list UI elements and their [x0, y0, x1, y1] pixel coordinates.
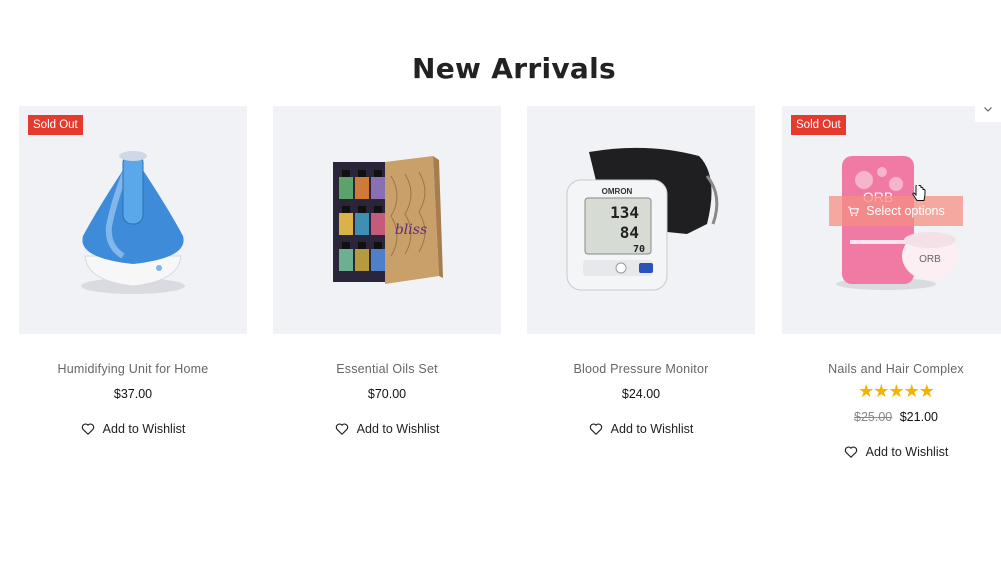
product-image-essential-oils[interactable]: bliss	[273, 106, 501, 334]
add-to-wishlist-button[interactable]: Add to Wishlist	[19, 422, 247, 436]
sold-out-badge: Sold Out	[791, 115, 846, 135]
product-price: $70.00	[367, 387, 407, 401]
wishlist-label: Add to Wishlist	[102, 422, 186, 436]
product-image-humidifier[interactable]: Sold Out	[19, 106, 247, 334]
heart-icon	[335, 423, 348, 435]
product-title[interactable]: Nails and Hair Complex	[782, 362, 1001, 376]
product-title[interactable]: Essential Oils Set	[273, 362, 501, 376]
select-options-label: Select options	[866, 204, 945, 218]
carousel-scroll-button[interactable]	[975, 96, 1001, 122]
essential-oils-image: bliss	[333, 156, 443, 284]
monitor-dia: 84	[620, 223, 639, 242]
add-to-wishlist-button[interactable]: Add to Wishlist	[782, 445, 1001, 459]
heart-icon	[844, 446, 857, 458]
sale-price: $21.00	[899, 410, 938, 424]
monitor-brand: OMRON	[602, 187, 633, 196]
product-title[interactable]: Humidifying Unit for Home	[19, 362, 247, 376]
heart-icon	[589, 423, 602, 435]
chevron-down-icon	[984, 107, 992, 112]
humidifier-image	[81, 151, 185, 294]
product-card-essential-oils[interactable]: bliss Essential Oils Set $70.00 Add to W…	[273, 106, 501, 436]
oils-box-label: bliss	[395, 222, 427, 238]
product-card-blood-pressure-monitor[interactable]: OMRON 134 84 70 Blood Pressure Monitor $…	[527, 106, 755, 436]
cart-icon	[848, 206, 860, 216]
add-to-wishlist-button[interactable]: Add to Wishlist	[273, 422, 501, 436]
product-image-blood-pressure-monitor[interactable]: OMRON 134 84 70	[527, 106, 755, 334]
product-card-nails-hair[interactable]: ORB ORB Sold Out Select options Nails an…	[782, 106, 1001, 459]
product-title[interactable]: Blood Pressure Monitor	[527, 362, 755, 376]
product-price: $25.00 $21.00	[782, 410, 1001, 424]
monitor-sys: 134	[610, 203, 639, 222]
heart-icon	[81, 423, 94, 435]
add-to-wishlist-button[interactable]: Add to Wishlist	[527, 422, 755, 436]
blood-pressure-monitor-image: OMRON 134 84 70	[566, 147, 719, 291]
wishlist-label: Add to Wishlist	[356, 422, 440, 436]
monitor-pulse: 70	[633, 244, 645, 255]
wishlist-label: Add to Wishlist	[865, 445, 949, 459]
product-price: $24.00	[621, 387, 661, 401]
wishlist-label: Add to Wishlist	[610, 422, 694, 436]
sold-out-badge: Sold Out	[28, 115, 83, 135]
product-card-humidifier[interactable]: Sold Out Humidifying Unit for Home $37.0…	[19, 106, 247, 436]
product-image-nails-hair[interactable]: ORB ORB Sold Out Select options	[782, 106, 1001, 334]
product-price: $37.00	[113, 387, 153, 401]
original-price: $25.00	[854, 410, 893, 424]
orb-jar-label: ORB	[919, 254, 941, 265]
rating-stars: ★★★★★	[858, 381, 935, 401]
select-options-button[interactable]: Select options	[829, 196, 963, 226]
section-title: New Arrivals	[412, 52, 616, 85]
